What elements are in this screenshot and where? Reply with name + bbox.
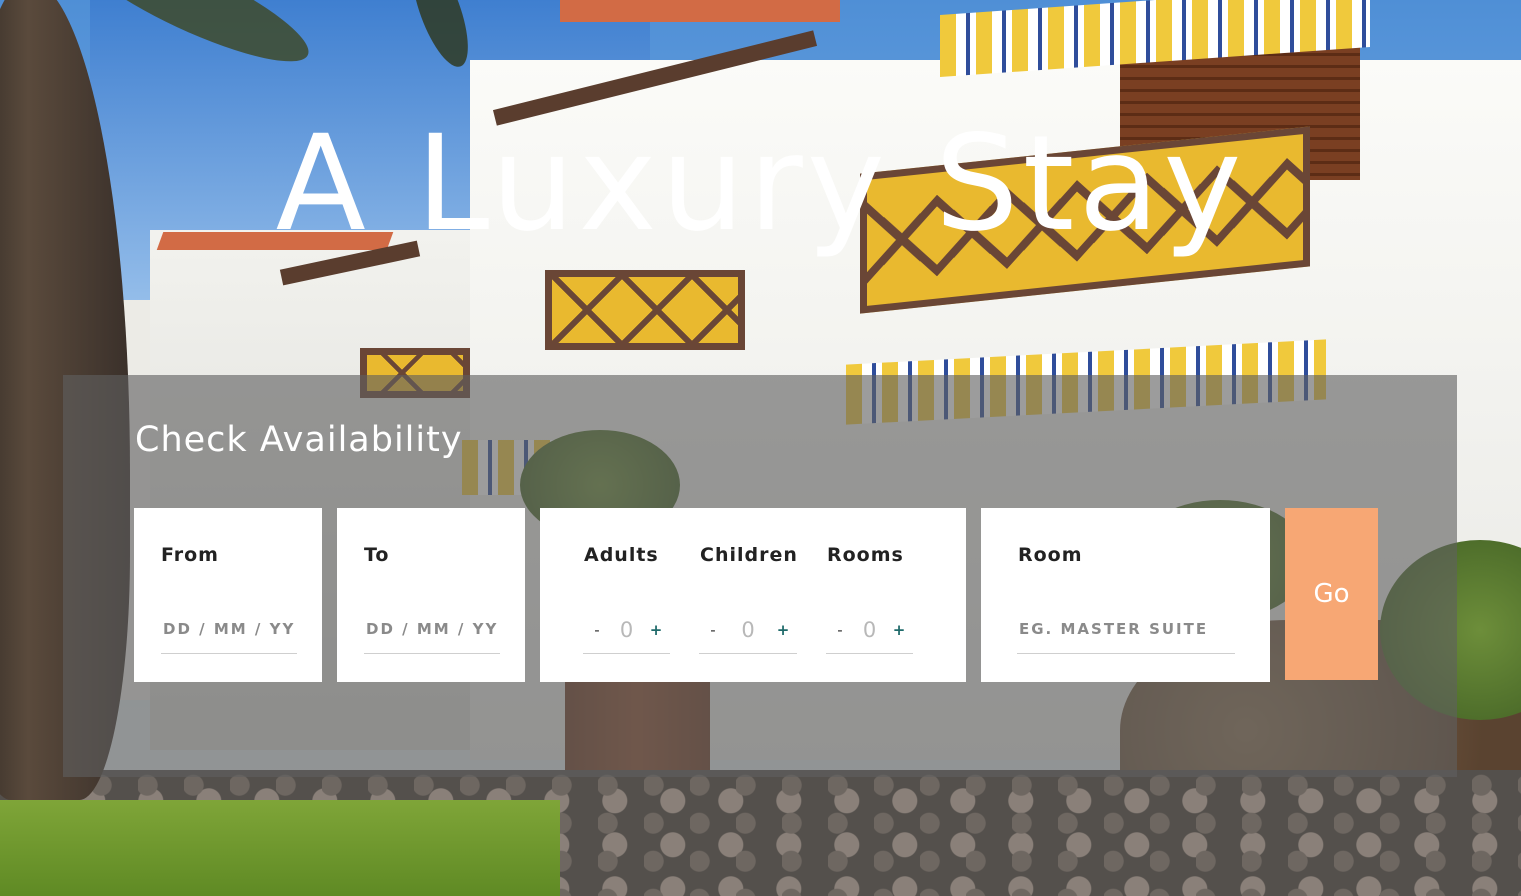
rooms-increment-button[interactable]: +: [891, 621, 907, 639]
children-value[interactable]: 0: [741, 618, 754, 642]
children-stepper: - 0 +: [699, 606, 797, 654]
room-label: Room: [1018, 544, 1083, 566]
from-date-input[interactable]: [161, 604, 297, 654]
adults-label: Adults: [584, 544, 659, 566]
lawn: [0, 800, 560, 896]
children-label: Children: [700, 544, 798, 566]
adults-decrement-button[interactable]: -: [589, 621, 605, 639]
from-label: From: [161, 544, 219, 566]
hero-title: A Luxury Stay: [275, 107, 1246, 261]
go-button[interactable]: Go: [1285, 508, 1378, 680]
balcony-railing-small: [545, 270, 745, 350]
availability-heading: Check Availability: [135, 420, 463, 460]
rooms-stepper: - 0 +: [826, 606, 913, 654]
roof-tiles-top: [560, 0, 840, 22]
to-label: To: [364, 544, 390, 566]
to-date-input[interactable]: [364, 604, 500, 654]
children-increment-button[interactable]: +: [775, 621, 791, 639]
room-card: Room: [981, 508, 1270, 682]
rooms-label: Rooms: [827, 544, 904, 566]
adults-stepper: - 0 +: [583, 606, 670, 654]
rooms-value[interactable]: 0: [863, 618, 876, 642]
guests-card: Adults - 0 + Children - 0 + Rooms - 0 +: [540, 508, 966, 682]
adults-increment-button[interactable]: +: [648, 621, 664, 639]
from-card: From: [134, 508, 322, 682]
rooms-decrement-button[interactable]: -: [832, 621, 848, 639]
room-type-input[interactable]: [1017, 604, 1235, 654]
adults-value[interactable]: 0: [620, 618, 633, 642]
to-card: To: [337, 508, 525, 682]
children-decrement-button[interactable]: -: [705, 621, 721, 639]
